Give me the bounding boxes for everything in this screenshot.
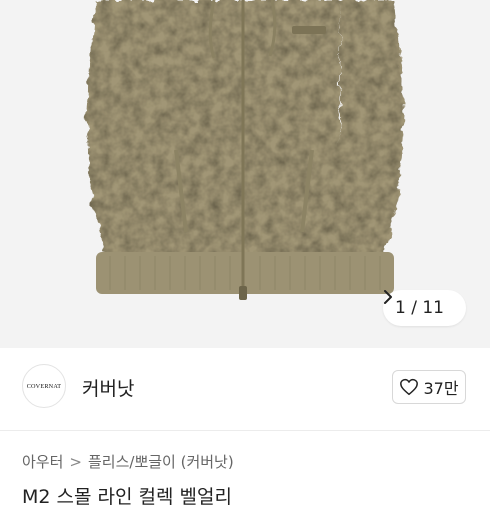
- image-counter[interactable]: 1 / 11: [383, 290, 466, 326]
- brand-row[interactable]: COVERNAT 커버낫 37만: [0, 348, 490, 430]
- product-image-gallery[interactable]: 1 / 11: [0, 0, 490, 348]
- breadcrumb: 아우터 > 플리스/뽀글이 (커버낫): [22, 451, 234, 472]
- breadcrumb-item-fleece[interactable]: 플리스/뽀글이 (커버낫): [88, 451, 234, 472]
- breadcrumb-separator: >: [69, 452, 82, 471]
- brand-name[interactable]: 커버낫: [82, 374, 134, 401]
- section-divider: [0, 430, 490, 431]
- brand-like-button[interactable]: 37만: [392, 370, 466, 404]
- brand-like-count: 37만: [423, 379, 459, 398]
- product-title: M2 스몰 라인 컬렉 벨얼리: [22, 486, 232, 508]
- brand-logo-text: COVERNAT: [26, 382, 62, 390]
- brand-logo[interactable]: COVERNAT: [22, 364, 66, 408]
- breadcrumb-item-outer[interactable]: 아우터: [22, 451, 63, 472]
- heart-outline-icon: [399, 378, 419, 396]
- image-counter-text: 1 / 11: [395, 298, 444, 318]
